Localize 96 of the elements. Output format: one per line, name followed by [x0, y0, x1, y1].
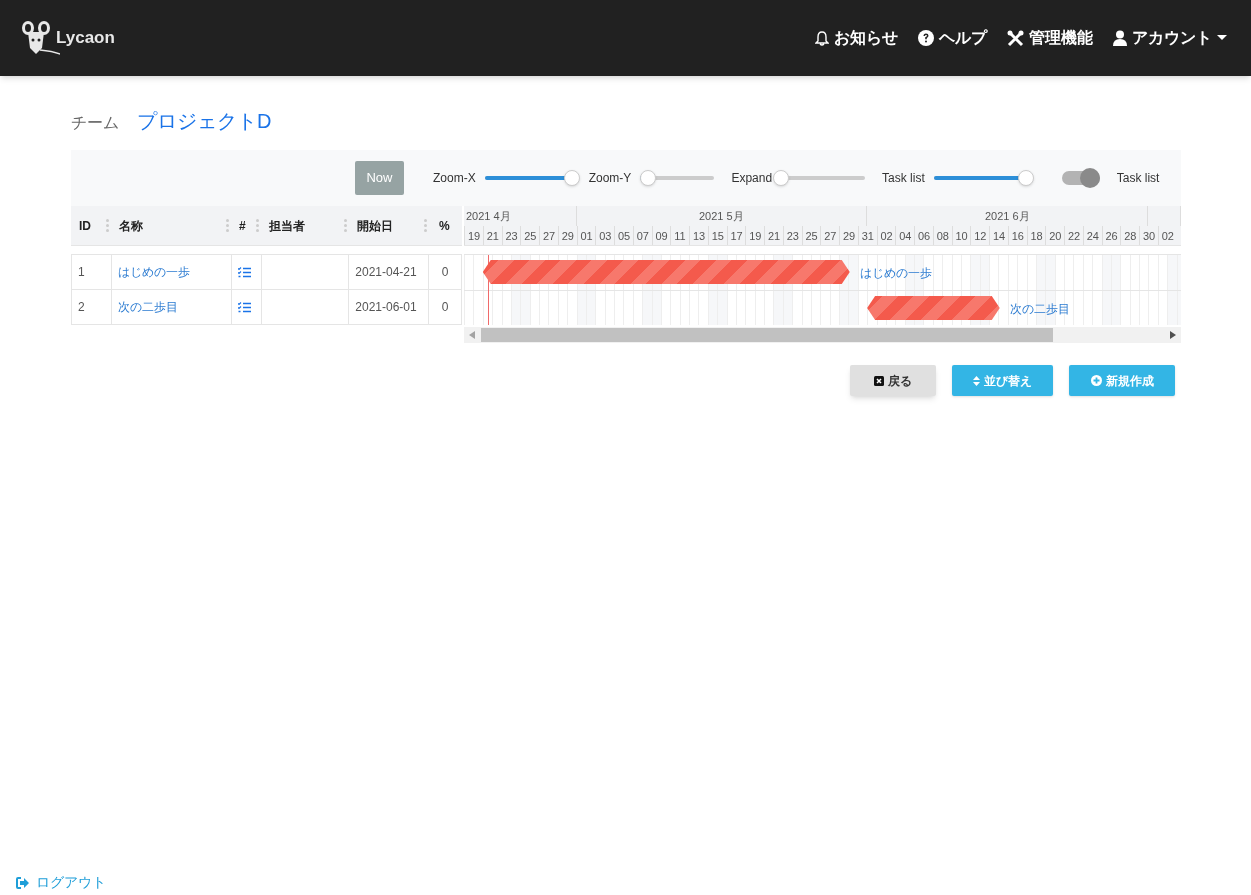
day-label: 03 — [599, 228, 612, 244]
slider-label: Expand — [731, 170, 773, 187]
slider-label: Zoom-Y — [588, 170, 632, 187]
day-label: 02 — [1161, 228, 1174, 244]
date-cell-text: 2021-06-01 — [355, 299, 417, 316]
column-header[interactable]: 担当者 — [269, 216, 305, 235]
horizontal-scrollbar[interactable] — [464, 327, 1181, 343]
day-label: 05 — [618, 228, 631, 244]
slider-label: Zoom-X — [433, 170, 476, 187]
day-label: 22 — [1068, 228, 1081, 244]
task-name-link[interactable]: はじめの一歩 — [117, 263, 190, 281]
day-label: 23 — [505, 228, 518, 244]
task-name-link[interactable]: 次の二歩目 — [117, 298, 178, 316]
day-label: 21 — [768, 228, 781, 244]
task-list-icon[interactable] — [237, 266, 251, 278]
task-list-icon[interactable] — [237, 301, 251, 313]
day-label: 08 — [936, 228, 949, 244]
date-cell-text: 2021-04-21 — [355, 264, 417, 281]
task-bar[interactable] — [482, 260, 850, 284]
column-resize-handle[interactable] — [226, 219, 229, 232]
day-label: 25 — [805, 228, 818, 244]
percent-cell-text: 0 — [441, 299, 449, 316]
project-title[interactable]: プロジェクトD — [137, 106, 272, 136]
day-label: 06 — [918, 228, 931, 244]
day-label: 20 — [1049, 228, 1062, 244]
month-label: 2021 4月 — [466, 208, 511, 224]
day-label: 21 — [486, 228, 499, 244]
day-label: 26 — [1105, 228, 1118, 244]
day-label: 24 — [1086, 228, 1099, 244]
tools-icon — [1007, 29, 1024, 47]
help-icon — [918, 30, 934, 46]
day-label: 11 — [674, 228, 686, 244]
toggle-label: Task list — [1116, 170, 1160, 187]
plus-circle-icon — [1090, 375, 1102, 386]
team-label: チーム — [71, 113, 119, 133]
user-icon — [1113, 30, 1127, 46]
sort-icon — [973, 375, 980, 386]
column-header[interactable]: # — [239, 216, 246, 235]
slider-thumb[interactable] — [639, 170, 656, 186]
column-resize-handle[interactable] — [256, 219, 259, 232]
column-header[interactable]: 開始日 — [357, 216, 393, 235]
nav-link[interactable]: 管理機能 — [1007, 26, 1093, 50]
day-label: 02 — [880, 228, 893, 244]
month-label: 2021 5月 — [699, 208, 744, 224]
day-label: 09 — [655, 228, 668, 244]
slider-thumb[interactable] — [1017, 170, 1034, 186]
day-label: 14 — [993, 228, 1006, 244]
day-label: 16 — [1011, 228, 1024, 244]
day-label: 19 — [468, 228, 481, 244]
column-header[interactable]: ID — [79, 216, 91, 235]
nav-link[interactable]: お知らせ — [815, 26, 898, 50]
slider-thumb[interactable] — [563, 170, 580, 186]
back-button[interactable]: 戻る — [850, 365, 936, 396]
day-label: 27 — [824, 228, 837, 244]
day-label: 23 — [786, 228, 799, 244]
logo-text[interactable]: Lycaon — [56, 24, 115, 50]
toggle-switch[interactable] — [1061, 168, 1100, 188]
scrollbar-thumb[interactable] — [481, 328, 1053, 342]
month-label: 2021 6月 — [984, 208, 1030, 224]
day-label: 04 — [899, 228, 912, 244]
scroll-right-icon[interactable] — [1170, 331, 1176, 339]
column-resize-handle[interactable] — [106, 219, 109, 232]
day-label: 01 — [580, 228, 593, 244]
day-label: 17 — [730, 228, 743, 244]
day-label: 19 — [749, 228, 762, 244]
slider-label: Task list — [882, 170, 925, 187]
day-label: 27 — [543, 228, 556, 244]
day-label: 07 — [636, 228, 649, 244]
task-bar-label: はじめの一歩 — [859, 265, 932, 282]
day-label: 25 — [524, 228, 537, 244]
bell-icon — [815, 30, 829, 46]
slider-thumb[interactable] — [773, 170, 790, 186]
id-cell-text: 2 — [78, 299, 85, 316]
task-bar[interactable] — [867, 296, 1000, 320]
day-label: 10 — [955, 228, 968, 244]
day-label: 15 — [711, 228, 724, 244]
nav-link[interactable]: アカウント — [1113, 26, 1227, 50]
day-label: 13 — [693, 228, 706, 244]
task-bar-label: 次の二歩目 — [1009, 301, 1070, 318]
percent-cell-text: 0 — [441, 264, 449, 281]
day-label: 30 — [1143, 228, 1156, 244]
column-resize-handle[interactable] — [424, 219, 427, 232]
column-resize-handle[interactable] — [344, 219, 347, 232]
day-label: 28 — [1124, 228, 1137, 244]
day-label: 29 — [843, 228, 856, 244]
column-header[interactable]: % — [439, 216, 450, 235]
nav-link[interactable]: ヘルプ — [918, 26, 987, 50]
close-box-icon — [874, 375, 884, 386]
day-label: 31 — [861, 228, 874, 244]
day-label: 18 — [1030, 228, 1043, 244]
id-cell-text: 1 — [78, 264, 85, 281]
scroll-left-icon[interactable] — [469, 331, 475, 339]
day-label: 29 — [561, 228, 574, 244]
day-label: 12 — [974, 228, 987, 244]
column-header[interactable]: 名称 — [119, 216, 143, 235]
logout-icon — [16, 876, 30, 889]
